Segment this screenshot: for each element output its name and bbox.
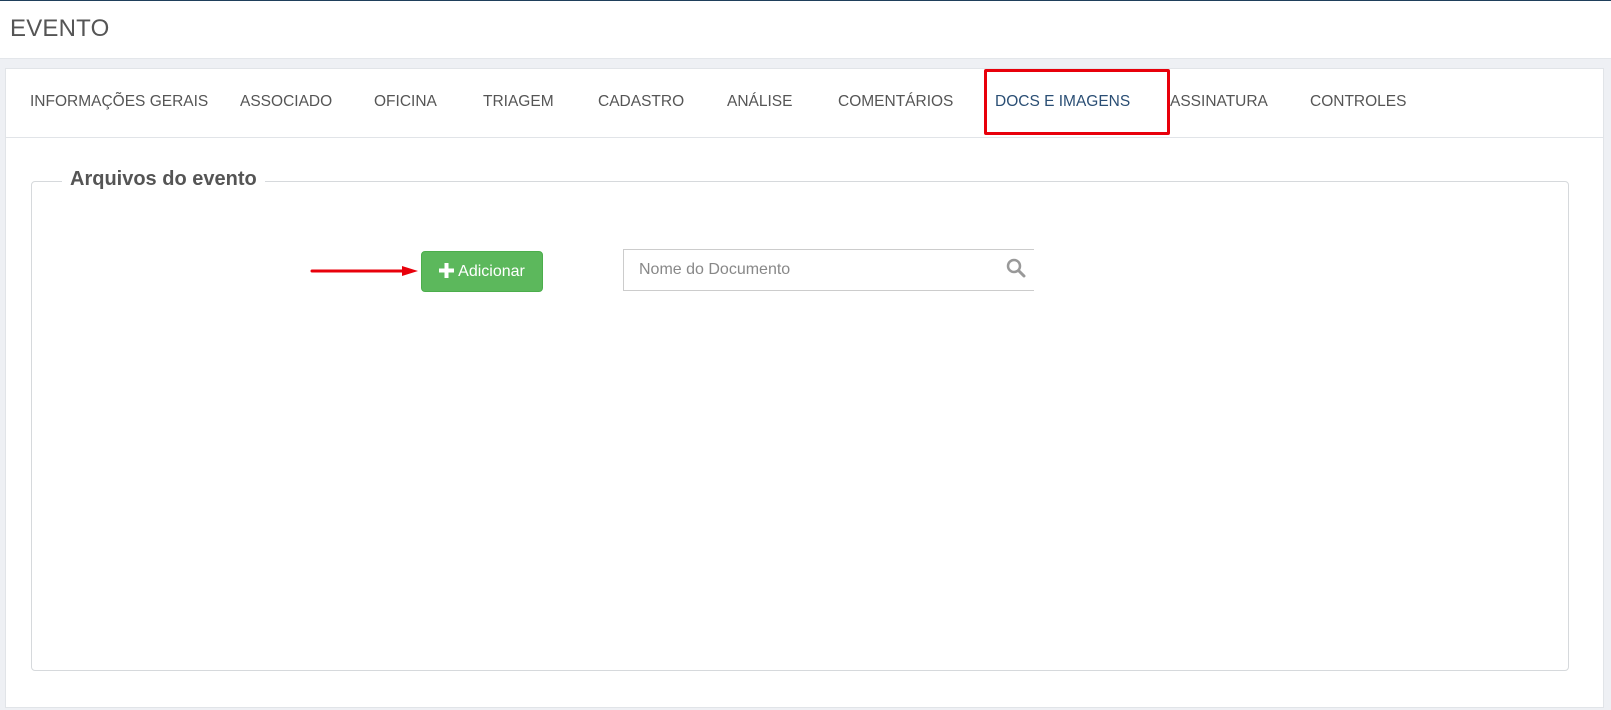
add-button[interactable]: Adicionar xyxy=(421,251,543,292)
search-button[interactable] xyxy=(998,249,1034,291)
tab-oficina[interactable]: OFICINA xyxy=(374,69,437,137)
tab-analise[interactable]: ANÁLISE xyxy=(727,69,792,137)
document-search-input[interactable] xyxy=(623,249,999,291)
tab-assinatura[interactable]: ASSINATURA xyxy=(1170,69,1268,137)
files-legend: Arquivos do evento xyxy=(62,168,265,191)
tab-informacoes-gerais[interactable]: INFORMAÇÕES GERAIS xyxy=(30,69,208,137)
plus-icon xyxy=(439,262,455,282)
search-icon xyxy=(1006,258,1026,283)
annotation-arrow xyxy=(310,266,418,276)
tab-comentarios[interactable]: COMENTÁRIOS xyxy=(838,69,953,137)
page-header: EVENTO xyxy=(0,1,1611,59)
files-fieldset: Arquivos do evento Adicionar xyxy=(31,168,1569,671)
highlight-annotation xyxy=(984,69,1170,135)
tab-bar: INFORMAÇÕES GERAIS ASSOCIADO OFICINA TRI… xyxy=(6,69,1603,138)
add-button-label: Adicionar xyxy=(458,262,525,280)
tab-associado[interactable]: ASSOCIADO xyxy=(240,69,332,137)
tab-controles[interactable]: CONTROLES xyxy=(1310,69,1406,137)
page-title: EVENTO xyxy=(10,15,110,42)
event-panel: INFORMAÇÕES GERAIS ASSOCIADO OFICINA TRI… xyxy=(5,68,1604,708)
tab-cadastro[interactable]: CADASTRO xyxy=(598,69,684,137)
tab-triagem[interactable]: TRIAGEM xyxy=(483,69,554,137)
